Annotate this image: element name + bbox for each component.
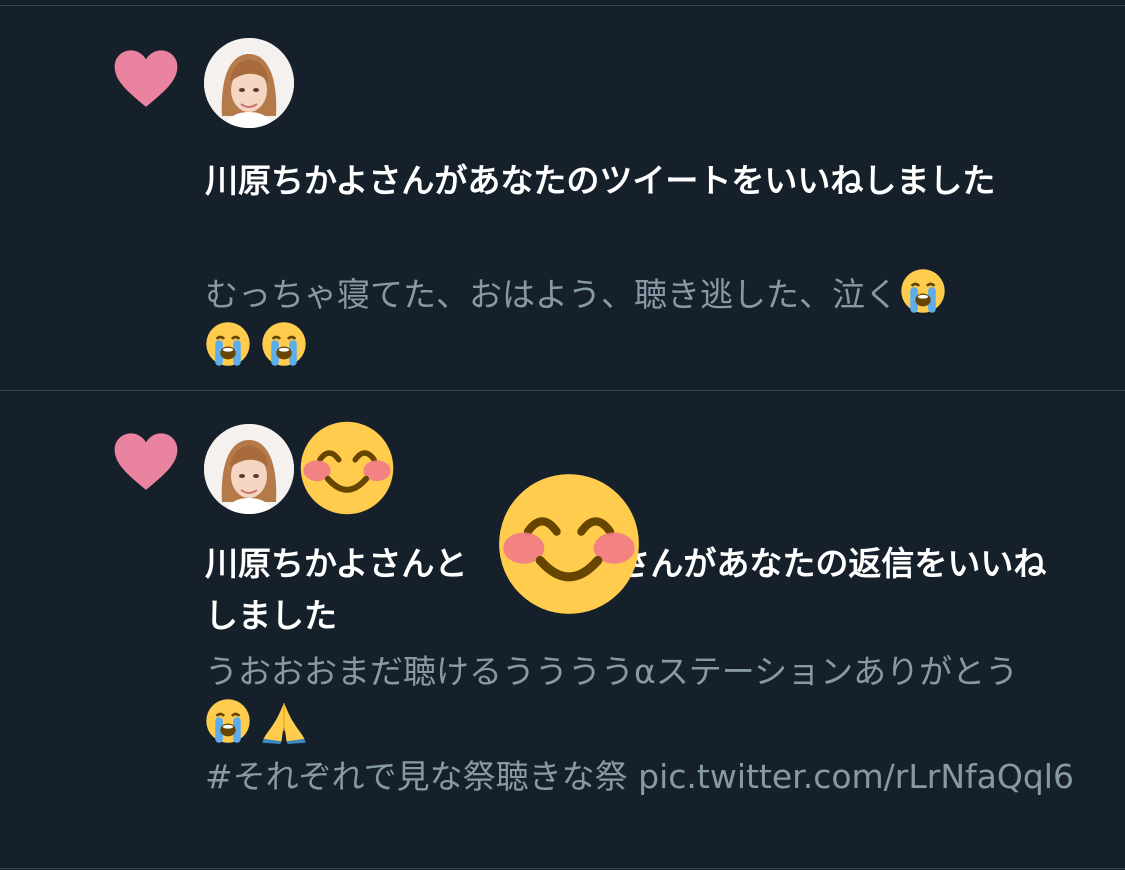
notification-headline: 川原ちかよさんがあなたのツイートをいいねしました [205, 161, 996, 200]
loudly-crying-face-icon [206, 699, 250, 743]
loudly-crying-face-icon [901, 269, 945, 313]
bottom-divider [0, 868, 1125, 869]
folded-hands-icon [262, 703, 306, 744]
tweet-text-hashtag-link[interactable]: #それぞれで見な祭聴きな祭 pic.twitter.com/rLrNfaQql6 [205, 757, 1074, 796]
loudly-crying-face-icon [206, 322, 250, 366]
notification-item[interactable]: 川原ちかよさんがあなたのツイートをいいねしました むっちゃ寝てた、おはよう、聴き… [0, 5, 1125, 390]
smiling-face-sticker-icon [499, 474, 639, 614]
avatar[interactable] [204, 424, 294, 514]
smiling-face-avatar-icon[interactable] [298, 419, 396, 517]
heart-icon [114, 50, 178, 107]
avatar[interactable] [204, 38, 294, 128]
notification-item[interactable]: 川原ちかよさんと さんがあなたの返信をいいねしました うおおおまだ聴けるううううα… [0, 391, 1125, 870]
tweet-text-content: うおおおまだ聴けるううううαステーションありがとう [205, 652, 1019, 691]
tweet-text[interactable]: うおおおまだ聴けるううううαステーションありがとう #それぞれで見な祭聴きな祭 … [205, 646, 1085, 803]
tweet-text-content: むっちゃ寝てた、おはよう、聴き逃した、泣く [205, 275, 898, 314]
headline-part-1: 川原ちかよさんと [205, 544, 468, 583]
tweet-text[interactable]: むっちゃ寝てた、おはよう、聴き逃した、泣く [205, 268, 1085, 374]
loudly-crying-face-icon [262, 322, 306, 366]
heart-icon [114, 433, 178, 490]
